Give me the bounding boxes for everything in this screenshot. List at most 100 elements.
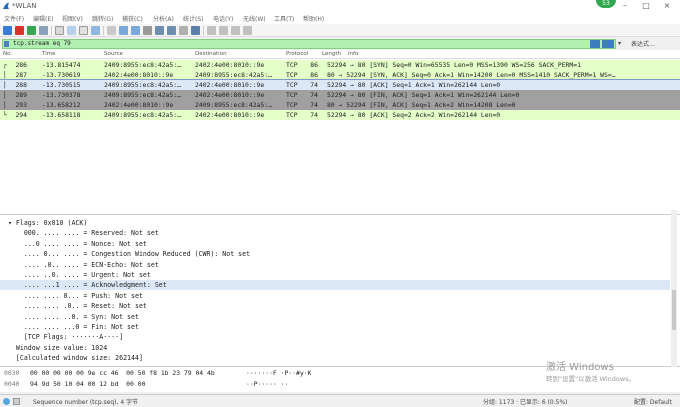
menu-view[interactable]: 视图(V) [62, 14, 83, 23]
first-packet-icon[interactable] [155, 26, 164, 35]
column-header-length[interactable]: Length [322, 51, 341, 57]
clear-filter-icon[interactable] [590, 40, 600, 48]
packet-cell-no: 286 [15, 61, 27, 69]
menu-statistics[interactable]: 统计(S) [183, 14, 204, 23]
packet-row[interactable]: │ 289 -13.730378 2409:8955:ec8:42a5:… 2402:4… [0, 90, 680, 100]
close-button[interactable]: × [657, 1, 677, 11]
packet-cell-src: 2402:4e00:8010::9e [104, 71, 174, 79]
packet-row[interactable]: └ 294 -13.658118 2409:8955:ec8:42a5:… 2402:4… [0, 110, 680, 120]
packet-cell-dst: 2402:4e00:8010::9e [195, 91, 265, 99]
detail-tree-item[interactable]: 000. .... .... = Reserved: Not set [0, 228, 670, 238]
packet-cell-src: 2409:8955:ec8:42a5:… [104, 111, 181, 119]
packet-cell-len: 74 [310, 111, 318, 119]
menu-capture[interactable]: 捕获(C) [122, 14, 143, 23]
conversation-marker: │ [3, 91, 7, 99]
packet-row[interactable]: │ 293 -13.658212 2402:4e00:8010::9e 2409:895… [0, 100, 680, 110]
packet-details-tree: ▾ Flags: 0x010 (ACK) 000. .... .... = Re… [0, 215, 680, 367]
packet-cell-proto: TCP [286, 91, 298, 99]
detail-tree-item[interactable]: .... .0.. .... = ECN-Echo: Not set [0, 260, 670, 270]
column-header-no[interactable]: No. [3, 51, 12, 57]
minimize-button[interactable]: – [615, 1, 635, 11]
hex-ascii[interactable]: ·······F ·P··#y·K [246, 368, 311, 378]
menu-telephony[interactable]: 电话(Y) [213, 14, 233, 23]
packet-cell-no: 294 [15, 111, 27, 119]
packet-cell-proto: TCP [286, 61, 298, 69]
autoscroll-icon[interactable] [179, 26, 188, 35]
close-file-icon[interactable] [79, 26, 88, 35]
detail-tree-item[interactable]: .... .... .0.. = Reset: Not set [0, 301, 670, 311]
detail-tree-item[interactable]: Window size value: 1024 [0, 343, 670, 353]
start-capture-icon[interactable] [3, 26, 12, 35]
column-header-info[interactable]: Info [348, 51, 358, 57]
column-header-source[interactable]: Source [104, 51, 123, 57]
display-filter-bar: tcp.stream eq 79 ▾ 表达式… [0, 37, 680, 50]
find-packet-icon[interactable] [107, 26, 116, 35]
column-header-destination[interactable]: Destination [195, 51, 227, 57]
menu-analyze[interactable]: 分析(A) [153, 14, 174, 23]
expression-button[interactable]: 表达式… [631, 39, 655, 48]
detail-tree-item[interactable]: ▾ Flags: 0x010 (ACK) [0, 218, 670, 228]
packet-cell-time: -13.658212 [42, 101, 81, 109]
packet-cell-no: 287 [15, 71, 27, 79]
go-to-packet-icon[interactable] [143, 26, 152, 35]
stop-capture-icon[interactable] [15, 26, 24, 35]
hex-bytes[interactable]: 00 00 00 00 00 9e cc 46 00 50 f8 1b 23 7… [30, 368, 215, 378]
colorize-icon[interactable] [191, 26, 200, 35]
menu-wireless[interactable]: 无线(W) [243, 14, 266, 23]
packet-cell-proto: TCP [286, 101, 298, 109]
detail-tree-item[interactable]: .... ..0. .... = Urgent: Not set [0, 270, 670, 280]
detail-tree-item[interactable]: ...0 .... .... = Nonce: Not set [0, 239, 670, 249]
filter-bookmark-icon[interactable] [4, 41, 9, 47]
go-back-icon[interactable] [119, 26, 128, 35]
detail-tree-item[interactable]: [TCP Flags: ·······A····] [0, 332, 670, 342]
apply-filter-icon[interactable] [602, 40, 614, 48]
capture-options-icon[interactable] [39, 26, 48, 35]
packet-cell-proto: TCP [286, 71, 298, 79]
packet-cell-proto: TCP [286, 111, 298, 119]
go-forward-icon[interactable] [131, 26, 140, 35]
open-file-icon[interactable] [55, 26, 64, 35]
menu-edit[interactable]: 编辑(E) [33, 14, 53, 23]
menu-tools[interactable]: 工具(T) [274, 14, 294, 23]
status-packet-count: 分组: 1173 · 已显示: 6 (0.5%) [483, 399, 568, 406]
packet-row[interactable]: │ 288 -13.730515 2409:8955:ec8:42a5:… 2402:4… [0, 79, 680, 91]
save-file-icon[interactable] [67, 26, 76, 35]
display-filter-input[interactable]: tcp.stream eq 79 [2, 39, 616, 49]
status-profile[interactable]: 配置: Default [634, 397, 672, 406]
zoom-in-icon[interactable] [207, 26, 216, 35]
hex-bytes[interactable]: 94 9d 50 10 04 00 12 bd 00 00 [30, 379, 145, 389]
capture-comment-icon[interactable] [13, 398, 20, 405]
maximize-button[interactable]: □ [636, 1, 656, 11]
detail-tree-item[interactable]: .... ...1 .... = Acknowledgment: Set [0, 280, 670, 291]
detail-tree-item[interactable]: .... 0... .... = Congestion Window Reduc… [0, 249, 670, 259]
column-header-protocol[interactable]: Protocol [286, 51, 308, 57]
restart-capture-icon[interactable] [27, 26, 36, 35]
detail-tree-item[interactable]: .... .... 0... = Push: Not set [0, 291, 670, 301]
reload-icon[interactable] [91, 26, 100, 35]
menu-go[interactable]: 跳转(G) [92, 14, 113, 23]
column-header-time[interactable]: Time [42, 51, 55, 57]
resize-columns-icon[interactable] [243, 26, 252, 35]
packet-row[interactable]: │ 287 -13.730619 2402:4e00:8010::9e 2409:895… [0, 70, 680, 80]
conversation-marker: │ [3, 71, 7, 79]
packet-cell-info: 52294 → 80 [SYN] Seq=0 Win=65535 Len=0 M… [327, 61, 581, 69]
conversation-marker: └ [3, 111, 7, 119]
expert-info-icon[interactable] [3, 398, 10, 405]
last-packet-icon[interactable] [167, 26, 176, 35]
packet-row[interactable]: ┌ 286 -13.815474 2409:8955:ec8:42a5:… 2402:4… [0, 60, 680, 70]
scrollbar-thumb[interactable] [672, 290, 676, 330]
zoom-out-icon[interactable] [219, 26, 228, 35]
detail-tree-item[interactable]: .... .... ...0 = Fin: Not set [0, 322, 670, 332]
toolbar-separator [103, 26, 104, 35]
filter-history-dropdown[interactable]: ▾ [618, 40, 621, 47]
menu-bar: 文件(F) 编辑(E) 视图(V) 跳转(G) 捕获(C) 分析(A) 统计(S… [0, 13, 680, 24]
detail-tree-item[interactable]: .... .... ..0. = Syn: Not set [0, 312, 670, 322]
packet-cell-no: 288 [15, 81, 27, 89]
normal-size-icon[interactable] [231, 26, 240, 35]
activate-windows-watermark: 激活 Windows 转到"设置"以激活 Windows。 [546, 358, 635, 383]
menu-file[interactable]: 文件(F) [4, 14, 24, 23]
menu-help[interactable]: 帮助(H) [303, 14, 324, 23]
notification-badge[interactable]: 53 [596, 0, 616, 8]
hex-ascii[interactable]: ··P····· ·· [246, 379, 288, 389]
details-scrollbar[interactable] [671, 210, 677, 368]
